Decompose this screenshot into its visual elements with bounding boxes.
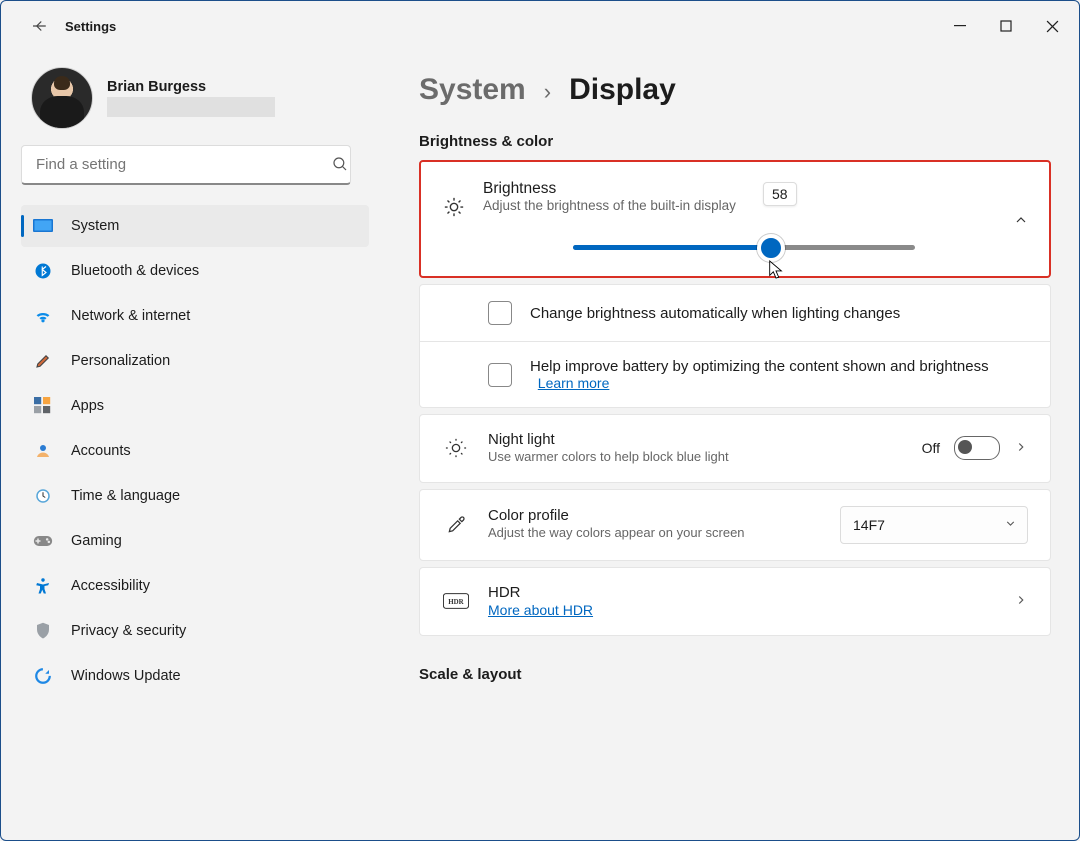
- eyedropper-icon: [442, 515, 470, 535]
- maximize-button[interactable]: [983, 8, 1029, 44]
- slider-thumb[interactable]: [757, 234, 785, 262]
- chevron-right-icon: [1014, 440, 1028, 457]
- brightness-value-tooltip: 58: [763, 182, 797, 206]
- sidebar-item-accounts[interactable]: Accounts: [21, 430, 369, 472]
- titlebar: Settings: [1, 1, 1079, 51]
- minimize-button[interactable]: [937, 8, 983, 44]
- color-profile-value: 14F7: [853, 517, 885, 533]
- app-title: Settings: [65, 19, 116, 34]
- close-button[interactable]: [1029, 8, 1075, 44]
- chevron-right-icon: ›: [544, 79, 551, 105]
- privacy-icon: [33, 622, 53, 640]
- settings-window: Settings Brian Burgess: [0, 0, 1080, 841]
- chevron-up-icon: [1013, 212, 1029, 228]
- search: [21, 145, 369, 185]
- section-brightness-color: Brightness & color: [419, 133, 1051, 150]
- sidebar-item-label: Privacy & security: [71, 623, 186, 639]
- window-controls: [937, 8, 1075, 44]
- brightness-card: Brightness Adjust the brightness of the …: [419, 160, 1051, 278]
- sidebar-item-label: Network & internet: [71, 308, 190, 324]
- sidebar-item-label: Windows Update: [71, 668, 181, 684]
- hdr-card[interactable]: HDR HDR More about HDR: [419, 567, 1051, 637]
- auto-brightness-label: Change brightness automatically when lig…: [530, 305, 1028, 322]
- chevron-down-icon: [1004, 517, 1017, 533]
- color-profile-title: Color profile: [488, 507, 822, 524]
- sidebar-item-label: Apps: [71, 398, 104, 414]
- maximize-icon: [1000, 20, 1012, 32]
- profile[interactable]: Brian Burgess: [21, 59, 369, 137]
- gaming-icon: [33, 534, 53, 548]
- night-light-icon: [442, 437, 470, 459]
- profile-name: Brian Burgess: [107, 79, 275, 95]
- sidebar-item-label: Time & language: [71, 488, 180, 504]
- brightness-subtitle: Adjust the brightness of the built-in di…: [483, 198, 1027, 213]
- system-icon: [33, 218, 53, 234]
- sidebar-item-personalization[interactable]: Personalization: [21, 340, 369, 382]
- sidebar: Brian Burgess System: [1, 51, 381, 840]
- minimize-icon: [954, 20, 966, 32]
- brush-icon: [33, 352, 53, 370]
- close-icon: [1046, 20, 1059, 33]
- chevron-right-icon: [1014, 593, 1028, 610]
- sun-icon: [443, 180, 465, 221]
- auto-brightness-row[interactable]: Change brightness automatically when lig…: [420, 285, 1050, 341]
- apps-icon: [33, 397, 53, 415]
- hdr-title: HDR: [488, 584, 996, 601]
- color-profile-card[interactable]: Color profile Adjust the way colors appe…: [419, 489, 1051, 561]
- sidebar-item-time[interactable]: Time & language: [21, 475, 369, 517]
- time-icon: [33, 487, 53, 505]
- sidebar-item-system[interactable]: System: [21, 205, 369, 247]
- search-icon: [331, 155, 349, 176]
- sidebar-item-label: System: [71, 218, 119, 234]
- night-light-title: Night light: [488, 431, 904, 448]
- profile-email-redacted: [107, 97, 275, 117]
- sidebar-item-bluetooth[interactable]: Bluetooth & devices: [21, 250, 369, 292]
- hdr-more-link[interactable]: More about HDR: [488, 602, 593, 618]
- sidebar-item-accessibility[interactable]: Accessibility: [21, 565, 369, 607]
- svg-text:HDR: HDR: [448, 600, 464, 607]
- sidebar-item-apps[interactable]: Apps: [21, 385, 369, 427]
- battery-optimize-checkbox[interactable]: [488, 363, 512, 387]
- sidebar-nav: System Bluetooth & devices Network & int…: [21, 205, 369, 697]
- breadcrumb: System › Display: [419, 73, 1051, 107]
- section-scale-layout: Scale & layout: [419, 666, 1051, 683]
- color-profile-select[interactable]: 14F7: [840, 506, 1028, 544]
- battery-optimize-row[interactable]: Help improve battery by optimizing the c…: [420, 341, 1050, 407]
- search-input[interactable]: [21, 145, 351, 185]
- collapse-button[interactable]: [1013, 212, 1029, 231]
- sidebar-item-gaming[interactable]: Gaming: [21, 520, 369, 562]
- brightness-title: Brightness: [483, 180, 1027, 198]
- brightness-slider[interactable]: [573, 245, 915, 250]
- account-icon: [33, 442, 53, 460]
- avatar: [31, 67, 93, 129]
- color-profile-subtitle: Adjust the way colors appear on your scr…: [488, 524, 822, 542]
- main-content: System › Display Brightness & color Brig…: [381, 51, 1079, 840]
- wifi-icon: [33, 308, 53, 324]
- sidebar-item-update[interactable]: Windows Update: [21, 655, 369, 697]
- night-light-card[interactable]: Night light Use warmer colors to help bl…: [419, 414, 1051, 483]
- breadcrumb-parent[interactable]: System: [419, 73, 526, 107]
- cursor-icon: [767, 259, 785, 281]
- back-button[interactable]: [19, 6, 59, 46]
- sidebar-item-privacy[interactable]: Privacy & security: [21, 610, 369, 652]
- hdr-icon: HDR: [442, 592, 470, 610]
- arrow-left-icon: [30, 17, 48, 35]
- auto-brightness-card: Change brightness automatically when lig…: [419, 284, 1051, 408]
- page-title: Display: [569, 73, 676, 107]
- night-light-state: Off: [922, 440, 940, 456]
- sidebar-item-label: Accounts: [71, 443, 131, 459]
- accessibility-icon: [33, 577, 53, 595]
- update-icon: [33, 667, 53, 685]
- battery-optimize-learn-more[interactable]: Learn more: [538, 375, 610, 391]
- sidebar-item-label: Personalization: [71, 353, 170, 369]
- night-light-toggle[interactable]: [954, 436, 1000, 460]
- battery-optimize-label: Help improve battery by optimizing the c…: [530, 358, 989, 375]
- auto-brightness-checkbox[interactable]: [488, 301, 512, 325]
- sidebar-item-label: Accessibility: [71, 578, 150, 594]
- bluetooth-icon: [33, 262, 53, 280]
- sidebar-item-network[interactable]: Network & internet: [21, 295, 369, 337]
- sidebar-item-label: Bluetooth & devices: [71, 263, 199, 279]
- night-light-subtitle: Use warmer colors to help block blue lig…: [488, 448, 904, 466]
- sidebar-item-label: Gaming: [71, 533, 122, 549]
